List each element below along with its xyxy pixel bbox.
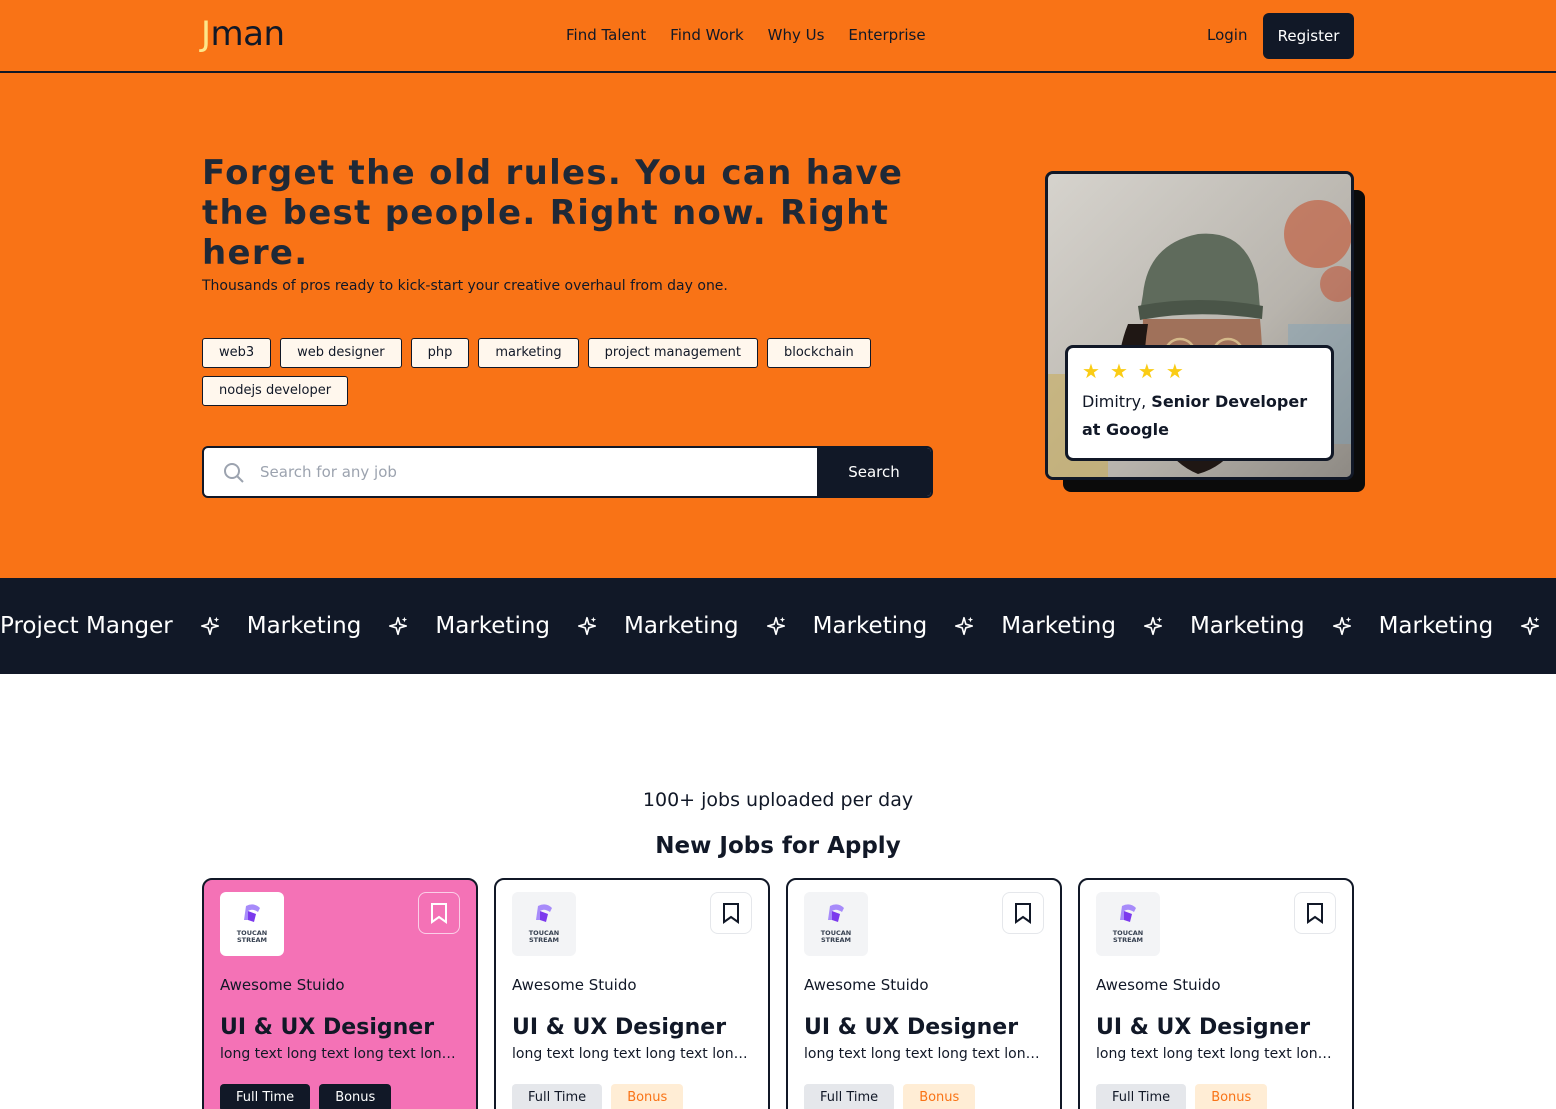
company-logo: TOUCAN STREAM xyxy=(512,892,576,956)
job-title[interactable]: UI & UX Designer xyxy=(804,1014,1044,1042)
company-logo: TOUCAN STREAM xyxy=(1096,892,1160,956)
company-name: Awesome Stuido xyxy=(220,976,345,994)
job-badges: Full Time Bonus xyxy=(804,1084,1044,1109)
sparkle-icon xyxy=(766,616,785,636)
job-title[interactable]: UI & UX Designer xyxy=(512,1014,752,1042)
nav-link-why-us[interactable]: Why Us xyxy=(768,24,825,46)
marquee-item: Project Manger xyxy=(0,613,173,639)
nav-links: Find Talent Find Work Why Us Enterprise xyxy=(566,24,926,46)
company-name: Awesome Stuido xyxy=(1096,976,1221,994)
job-title[interactable]: UI & UX Designer xyxy=(1096,1014,1336,1042)
hero-subhead: Thousands of pros ready to kick-start yo… xyxy=(202,278,728,294)
company-name: Awesome Stuido xyxy=(804,976,929,994)
star-icon: ★ xyxy=(1137,359,1156,383)
login-link[interactable]: Login xyxy=(1207,24,1247,46)
job-description: long text long text long text long text xyxy=(220,1046,460,1062)
jobs-title: New Jobs for Apply xyxy=(655,833,901,859)
job-type-badge: Full Time xyxy=(804,1084,895,1109)
sparkle-icon xyxy=(1521,616,1540,636)
marquee-item: Marketing xyxy=(246,613,362,639)
marquee-item: Marketing xyxy=(1189,613,1305,639)
logo-text-bottom: STREAM xyxy=(237,936,267,944)
sparkle-icon xyxy=(389,616,408,636)
testimonial-card: ★ ★ ★ ★ Dimitry, Senior Developer at Goo… xyxy=(1065,345,1334,461)
tag-php[interactable]: php xyxy=(410,338,470,368)
company-logo: TOUCAN STREAM xyxy=(804,892,868,956)
register-button[interactable]: Register xyxy=(1263,13,1354,59)
job-badges: Full Time Bonus xyxy=(1096,1084,1336,1109)
marquee-item: Marketing xyxy=(435,613,551,639)
nav-link-find-talent[interactable]: Find Talent xyxy=(566,24,646,46)
nav-link-enterprise[interactable]: Enterprise xyxy=(848,24,925,46)
logo-initial: J xyxy=(201,14,211,54)
testimonial-name: Dimitry, xyxy=(1082,392,1147,411)
job-type-badge: Full Time xyxy=(220,1084,311,1109)
star-icon: ★ xyxy=(1082,359,1100,383)
marquee-item: Marketing xyxy=(624,613,739,639)
tag-nodejs-developer[interactable]: nodejs developer xyxy=(202,376,349,406)
bookmark-icon xyxy=(1015,903,1031,924)
sparkle-icon xyxy=(955,616,974,636)
bonus-badge: Bonus xyxy=(611,1084,684,1109)
marquee-item: Marketing xyxy=(1378,613,1494,639)
company-logo: TOUCAN STREAM xyxy=(220,892,284,956)
bonus-badge: Bonus xyxy=(319,1084,392,1109)
logo-text-bottom: STREAM xyxy=(1113,936,1143,944)
job-card[interactable]: TOUCAN STREAM Awesome Stuido UI & UX Des… xyxy=(202,878,478,1109)
job-card[interactable]: TOUCAN STREAM Awesome Stuido UI & UX Des… xyxy=(786,878,1062,1109)
sparkle-icon xyxy=(200,616,219,636)
logo[interactable]: Jman xyxy=(201,14,285,54)
bookmark-button[interactable] xyxy=(1002,892,1044,934)
logo-rest: man xyxy=(210,14,286,54)
sparkle-icon xyxy=(1332,616,1351,636)
bookmark-button[interactable] xyxy=(710,892,752,934)
sparkle-icon xyxy=(1143,616,1163,636)
top-navbar: Jman Find Talent Find Work Why Us Enterp… xyxy=(0,0,1556,73)
job-title[interactable]: UI & UX Designer xyxy=(220,1014,460,1042)
tag-project-management[interactable]: project management xyxy=(587,338,758,368)
bookmark-button[interactable] xyxy=(418,892,460,934)
tag-web-designer[interactable]: web designer xyxy=(280,338,402,368)
hero-section: Forget the old rules. You can have the b… xyxy=(0,73,1556,578)
bookmark-icon xyxy=(1307,903,1323,924)
job-type-badge: Full Time xyxy=(512,1084,603,1109)
marquee-item: Marketing xyxy=(1001,613,1116,639)
search-input[interactable] xyxy=(260,448,820,496)
popular-tags: web3 web designer php marketing project … xyxy=(202,338,882,406)
category-marquee: Project Manger Marketing Marketing Marketin… xyxy=(0,578,1556,674)
tag-blockchain[interactable]: blockchain xyxy=(766,338,871,368)
star-icon: ★ xyxy=(1109,359,1128,383)
job-description: long text long text long text long text xyxy=(512,1046,752,1062)
job-description: long text long text long text long text xyxy=(804,1046,1044,1062)
job-badges: Full Time Bonus xyxy=(220,1084,460,1109)
nav-link-find-work[interactable]: Find Work xyxy=(670,24,743,46)
tag-marketing[interactable]: marketing xyxy=(478,338,579,368)
job-type-badge: Full Time xyxy=(1096,1084,1187,1109)
jobs-subtitle: 100+ jobs uploaded per day xyxy=(642,789,914,811)
marquee-item: Marketing xyxy=(812,613,928,639)
search-icon xyxy=(224,463,244,483)
logo-text-bottom: STREAM xyxy=(821,936,851,944)
rating-stars: ★ ★ ★ ★ xyxy=(1082,360,1317,382)
testimonial-text: Dimitry, Senior Developer at Google xyxy=(1082,388,1317,444)
bonus-badge: Bonus xyxy=(1195,1084,1268,1109)
hero-headline: Forget the old rules. You can have the b… xyxy=(202,153,904,273)
marquee-track: Project Manger Marketing Marketing Marketin… xyxy=(0,609,1556,643)
company-name: Awesome Stuido xyxy=(512,976,637,994)
bookmark-button[interactable] xyxy=(1294,892,1336,934)
star-icon: ★ xyxy=(1165,359,1184,383)
job-card[interactable]: TOUCAN STREAM Awesome Stuido UI & UX Des… xyxy=(494,878,770,1109)
bookmark-icon xyxy=(723,903,739,924)
job-cards: TOUCAN STREAM Awesome Stuido UI & UX Des… xyxy=(202,878,1354,1109)
job-badges: Full Time Bonus xyxy=(512,1084,752,1109)
bookmark-icon xyxy=(431,903,447,924)
tag-web3[interactable]: web3 xyxy=(202,338,272,368)
bonus-badge: Bonus xyxy=(903,1084,976,1109)
job-card[interactable]: TOUCAN STREAM Awesome Stuido UI & UX Des… xyxy=(1078,878,1354,1109)
sparkle-icon xyxy=(577,616,597,636)
job-description: long text long text long text long text xyxy=(1096,1046,1336,1062)
logo-text-bottom: STREAM xyxy=(529,936,559,944)
job-search-bar: Search xyxy=(202,446,933,498)
search-button[interactable]: Search xyxy=(817,448,931,496)
